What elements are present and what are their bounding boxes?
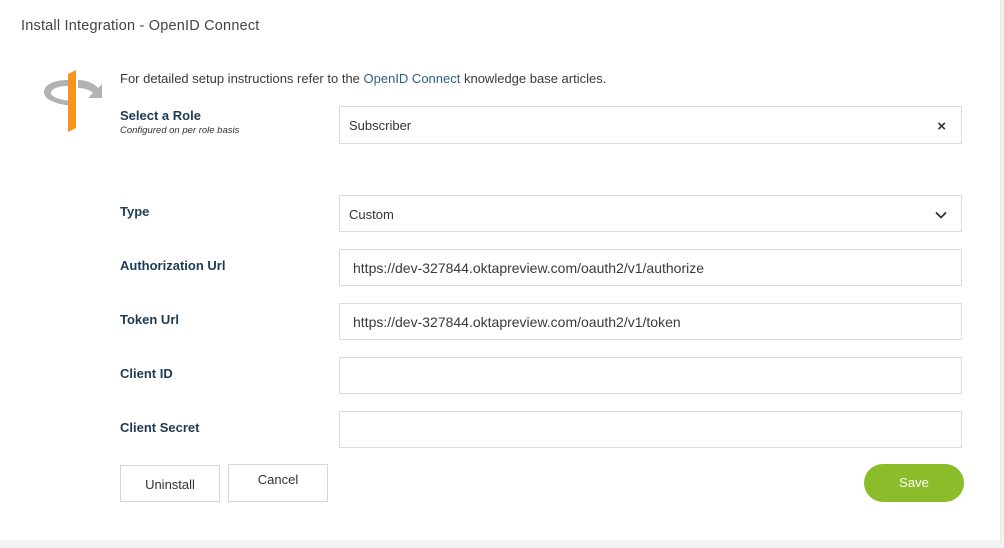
token-url-value: https://dev-327844.oktapreview.com/oauth… <box>353 314 681 330</box>
chevron-down-icon[interactable] <box>935 209 947 221</box>
authorization-url-input[interactable]: https://dev-327844.oktapreview.com/oauth… <box>339 249 962 286</box>
role-label: Select a Role <box>120 108 201 123</box>
role-select-value: Subscriber <box>349 118 412 133</box>
role-sublabel: Configured on per role basis <box>120 125 240 136</box>
client-secret-input[interactable] <box>339 411 962 448</box>
client-id-label: Client ID <box>120 366 173 381</box>
page-title: Install Integration - OpenID Connect <box>21 18 260 34</box>
openid-logo-icon <box>44 70 102 132</box>
save-button[interactable]: Save <box>864 464 964 502</box>
type-label: Type <box>120 204 150 219</box>
token-url-input[interactable]: https://dev-327844.oktapreview.com/oauth… <box>339 303 962 340</box>
intro-prefix: For detailed setup instructions refer to… <box>120 71 364 86</box>
install-integration-panel: Install Integration - OpenID Connect For… <box>0 0 1001 540</box>
close-icon[interactable]: × <box>937 118 946 135</box>
intro-suffix: knowledge base articles. <box>460 71 607 86</box>
token-url-label: Token Url <box>120 312 179 327</box>
openid-connect-kb-link[interactable]: OpenID Connect <box>364 71 461 86</box>
client-secret-label: Client Secret <box>120 420 200 435</box>
setup-instructions-text: For detailed setup instructions refer to… <box>120 71 606 86</box>
authorization-url-value: https://dev-327844.oktapreview.com/oauth… <box>353 260 704 276</box>
role-select[interactable]: Subscriber × <box>339 106 962 144</box>
cancel-button[interactable]: Cancel <box>228 464 328 502</box>
uninstall-button[interactable]: Uninstall <box>120 465 220 502</box>
type-select-value: Custom <box>349 207 394 222</box>
authorization-url-label: Authorization Url <box>120 258 226 273</box>
type-select[interactable]: Custom <box>339 195 962 232</box>
client-id-input[interactable] <box>339 357 962 394</box>
